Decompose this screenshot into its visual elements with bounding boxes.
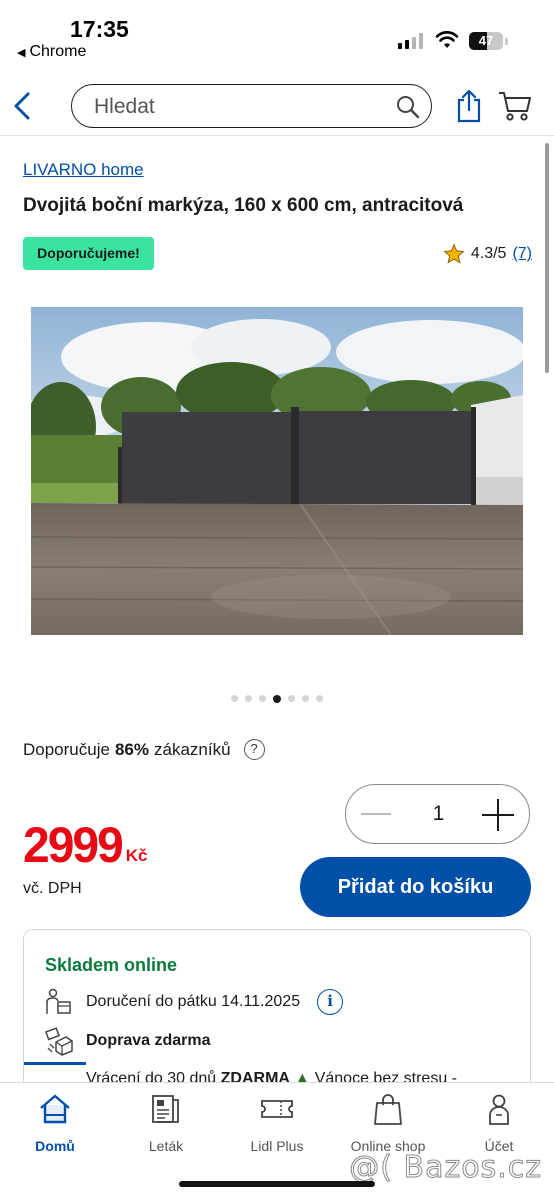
- account-icon: [489, 1094, 509, 1125]
- back-to-app-link[interactable]: ◀ Chrome: [17, 43, 86, 61]
- status-time: 17:35: [70, 16, 129, 42]
- top-nav-bar: Hledat: [0, 76, 554, 136]
- search-input[interactable]: Hledat: [71, 84, 432, 128]
- product-rating[interactable]: 4.3/5 (7): [443, 243, 532, 265]
- help-icon[interactable]: ?: [243, 739, 265, 760]
- product-image[interactable]: [31, 307, 523, 635]
- free-shipping-icon: [44, 1027, 73, 1056]
- stock-status: Skladem online: [45, 955, 178, 975]
- tab-label: Domů: [35, 1138, 75, 1154]
- tab-label: Leták: [148, 1138, 184, 1154]
- pager-dot[interactable]: [273, 694, 281, 703]
- delivery-row: Doručení do pátku 14.11.2025 i: [44, 987, 344, 1017]
- quantity-value[interactable]: 1: [416, 802, 461, 826]
- customer-recommendation: Doporučuje 86% zákazníků ?: [23, 739, 265, 760]
- battery-icon: 47: [469, 32, 503, 50]
- search-placeholder: Hledat: [94, 95, 155, 118]
- pager-dot[interactable]: [245, 695, 252, 702]
- info-icon[interactable]: i: [317, 989, 344, 1015]
- cart-icon[interactable]: [498, 90, 532, 122]
- leaflet-icon: [152, 1095, 179, 1123]
- price: 2999 Kč: [23, 817, 148, 874]
- star-icon: [443, 243, 465, 264]
- product-title: Dvojitá boční markýza, 160 x 600 cm, ant…: [23, 195, 464, 216]
- quantity-stepper: 1: [345, 784, 530, 844]
- rating-count-link[interactable]: (7): [512, 245, 532, 263]
- back-app-label: Chrome: [29, 43, 87, 60]
- pager-dot[interactable]: [231, 695, 238, 702]
- add-to-cart-button[interactable]: Přidat do košíku: [300, 857, 531, 917]
- price-currency: Kč: [125, 846, 148, 865]
- decrease-quantity-button[interactable]: [361, 799, 391, 829]
- battery-level: 47: [478, 33, 494, 48]
- price-amount: 2999: [23, 817, 124, 874]
- back-triangle-icon: ◀: [17, 47, 26, 59]
- pager-dot[interactable]: [302, 695, 309, 702]
- image-pager[interactable]: [0, 694, 554, 703]
- watermark: @( Bazos.cz: [349, 1150, 542, 1186]
- shopping-bag-icon: [374, 1094, 402, 1125]
- delivery-date: Doručení do pátku 14.11.2025: [86, 993, 301, 1010]
- share-icon[interactable]: [455, 88, 483, 124]
- wifi-icon: [435, 31, 459, 48]
- brand-link[interactable]: LIVARNO home: [23, 160, 144, 180]
- pager-dot[interactable]: [259, 695, 266, 702]
- vat-note: vč. DPH: [23, 880, 82, 897]
- search-icon[interactable]: [395, 94, 421, 120]
- tab-account[interactable]: Účet: [444, 1091, 554, 1154]
- recommended-badge: Doporučujeme!: [23, 237, 154, 270]
- status-bar: 17:35 ◀ Chrome 47: [0, 0, 554, 70]
- cellular-signal-icon: [398, 33, 424, 49]
- coupon-icon: [261, 1100, 293, 1118]
- recommend-prefix: Doporučuje: [23, 739, 110, 759]
- recommend-suffix: zákazníků: [153, 739, 231, 759]
- rating-value: 4.3/5: [470, 245, 507, 262]
- tab-label: Lidl Plus: [250, 1138, 304, 1154]
- delivery-person-icon: [46, 988, 71, 1014]
- scrollbar[interactable]: [545, 143, 549, 373]
- recommend-percent: 86%: [114, 739, 149, 759]
- tab-home[interactable]: Domů: [0, 1091, 110, 1154]
- shipping-row: Doprava zdarma: [44, 1026, 211, 1056]
- home-indicator[interactable]: [179, 1181, 375, 1187]
- back-arrow-icon[interactable]: [8, 88, 38, 124]
- home-icon: [40, 1094, 70, 1124]
- tab-lidl-plus[interactable]: Lidl Plus: [222, 1091, 332, 1154]
- free-shipping-label: Doprava zdarma: [86, 1032, 211, 1049]
- pager-dot[interactable]: [316, 695, 323, 702]
- tab-online-shop[interactable]: Online shop: [333, 1091, 443, 1154]
- increase-quantity-button[interactable]: [482, 799, 514, 831]
- tab-leaflet[interactable]: Leták: [111, 1091, 221, 1154]
- pager-dot[interactable]: [288, 695, 295, 702]
